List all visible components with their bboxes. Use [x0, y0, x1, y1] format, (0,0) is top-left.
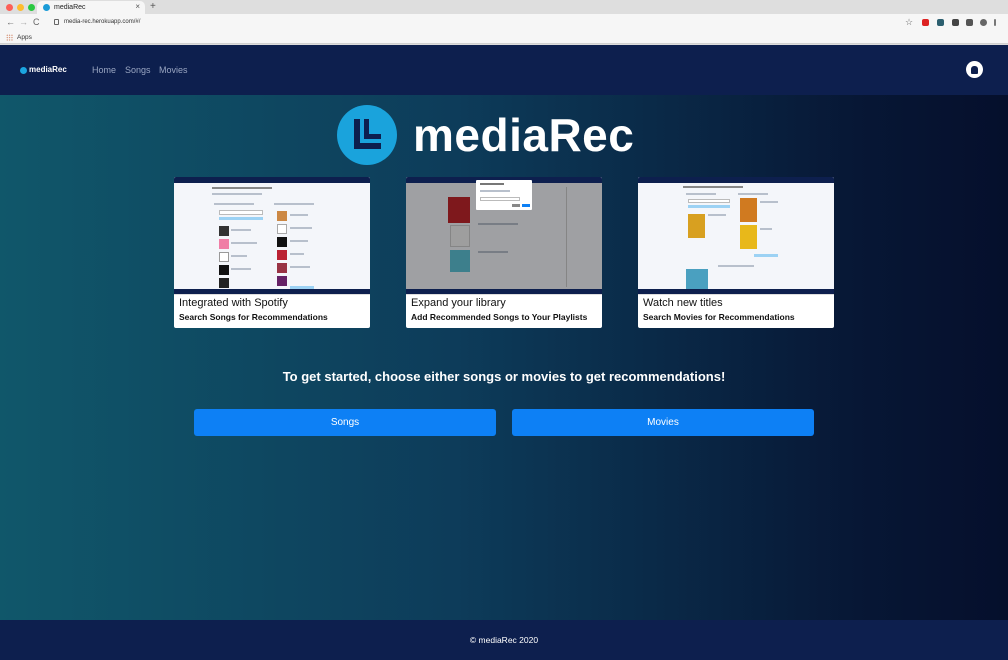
site-navbar: mediaRec Home Songs Movies — [0, 45, 1008, 95]
address-bar: ← → C media-rec.herokuapp.com/#/ ☆ — [0, 14, 1008, 31]
url-input[interactable]: media-rec.herokuapp.com/#/ — [48, 16, 918, 29]
lock-icon — [54, 19, 59, 25]
favicon-icon — [43, 4, 50, 11]
add-to-playlist-modal — [476, 180, 532, 210]
nav-movies[interactable]: Movies — [159, 63, 188, 77]
apps-grid-icon[interactable] — [6, 34, 13, 41]
bookmark-star-icon[interactable]: ☆ — [905, 16, 913, 29]
browser-tab-bar: mediaRec × + — [0, 0, 1008, 14]
card-subtitle: Search Movies for Recommendations — [643, 312, 795, 322]
card-subtitle: Search Songs for Recommendations — [179, 312, 328, 322]
card-title: Integrated with Spotify — [179, 297, 288, 309]
movies-page-screenshot — [638, 177, 834, 295]
card-subtitle: Add Recommended Songs to Your Playlists — [411, 312, 588, 322]
profile-avatar-icon[interactable] — [980, 19, 987, 26]
url-text: media-rec.herokuapp.com/#/ — [64, 19, 141, 25]
extension-app-icon[interactable] — [937, 19, 944, 26]
get-started-heading: To get started, choose either songs or m… — [282, 369, 726, 384]
site-page: mediaRec Home Songs Movies mediaRec Inte… — [0, 45, 1008, 660]
tab-title: mediaRec — [54, 4, 86, 11]
extension-bird-icon[interactable] — [952, 19, 959, 26]
new-tab-button[interactable]: + — [150, 1, 156, 13]
hero-logo-icon — [337, 105, 397, 165]
feature-card-movies: Watch new titles Search Movies for Recom… — [638, 177, 834, 328]
browser-tab[interactable]: mediaRec × — [37, 1, 145, 14]
apps-bookmark[interactable]: Apps — [17, 31, 32, 44]
songs-button[interactable]: Songs — [194, 409, 496, 436]
tab-close-icon[interactable]: × — [135, 1, 140, 13]
card-title: Expand your library — [411, 297, 506, 309]
nav-songs[interactable]: Songs — [125, 63, 151, 77]
movies-button[interactable]: Movies — [512, 409, 814, 436]
brand-link[interactable]: mediaRec — [29, 63, 67, 77]
feature-card-library: Expand your library Add Recommended Song… — [406, 177, 602, 328]
bookmarks-bar: Apps — [0, 31, 1008, 44]
github-icon[interactable] — [966, 61, 983, 78]
hero-title: mediaRec — [413, 109, 635, 161]
maximize-window-icon[interactable] — [28, 4, 35, 11]
close-window-icon[interactable] — [6, 4, 13, 11]
songs-page-screenshot — [174, 177, 370, 295]
card-title: Watch new titles — [643, 297, 723, 309]
back-button[interactable]: ← — [6, 16, 15, 29]
menu-kebab-icon[interactable] — [994, 19, 996, 26]
brand-logo-icon[interactable] — [20, 67, 27, 74]
playlist-modal-screenshot — [406, 177, 602, 295]
forward-button[interactable]: → — [19, 16, 28, 29]
reload-button[interactable]: C — [33, 16, 40, 29]
extensions-puzzle-icon[interactable] — [966, 19, 973, 26]
site-footer: © mediaRec 2020 — [0, 620, 1008, 660]
minimize-window-icon[interactable] — [17, 4, 24, 11]
nav-home[interactable]: Home — [92, 63, 116, 77]
extension-shield-icon[interactable] — [922, 19, 929, 26]
feature-card-spotify: Integrated with Spotify Search Songs for… — [174, 177, 370, 328]
